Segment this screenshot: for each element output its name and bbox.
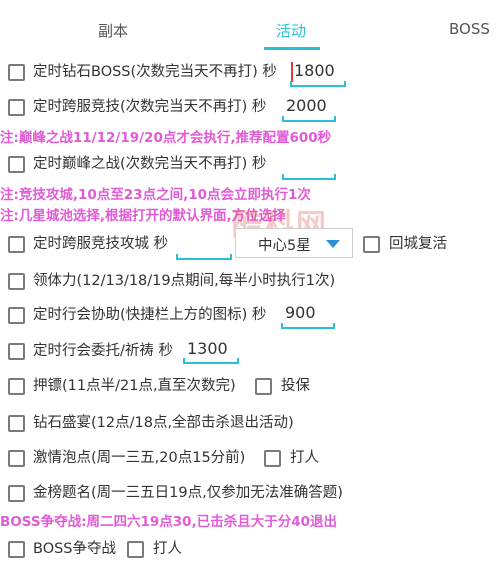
guild-help-seconds-input[interactable]: 900 [285, 302, 316, 324]
gold-list-checkbox[interactable] [8, 485, 25, 502]
city-star-selected: 中心5星 [258, 238, 311, 254]
boss-contest-note: BOSS争夺战:周二四六19点30,已击杀且大于分40退出 [0, 514, 337, 530]
peak-battle-input-underline [282, 174, 336, 180]
gold-list-label: 金榜题名(周一三五日19点,仅参加无法准确答题) [33, 485, 343, 501]
cross-server-arena-checkbox[interactable] [8, 99, 25, 116]
tab-boss[interactable]: BOSS [449, 20, 490, 38]
peak-battle-note: 注:巅峰之战11/12/19/20点才会执行,推荐配置600秒 [0, 130, 332, 146]
return-revive-label: 回城复活 [389, 236, 447, 252]
stamina-label: 领体力(12/13/18/19点期间,每半小时执行1次) [33, 273, 336, 289]
cross-server-arena-input-underline [282, 116, 336, 122]
tab-dungeon[interactable]: 副本 [98, 20, 128, 41]
hot-spring-fight-checkbox[interactable] [264, 450, 281, 467]
boss-diamond-seconds-input[interactable]: 1800 [294, 60, 335, 82]
guild-help-input-underline [281, 323, 335, 329]
tab-activity[interactable]: 活动 [276, 20, 306, 41]
boss-diamond-input-underline [290, 81, 346, 87]
active-tab-indicator [264, 47, 320, 50]
city-star-dropdown[interactable]: 中心5星 [235, 228, 353, 258]
boss-contest-checkbox[interactable] [8, 541, 25, 558]
hot-spring-checkbox[interactable] [8, 450, 25, 467]
tab-bar: 副本 活动 BOSS [0, 0, 500, 58]
guild-help-checkbox[interactable] [8, 307, 25, 324]
cross-server-arena-seconds-input[interactable]: 2000 [286, 95, 327, 117]
boss-diamond-checkbox[interactable] [8, 64, 25, 81]
escort-insure-checkbox[interactable] [255, 378, 272, 395]
peak-battle-label: 定时巅峰之战(次数完当天不再打) 秒 [33, 156, 267, 172]
escort-checkbox[interactable] [8, 378, 25, 395]
boss-contest-fight-checkbox[interactable] [127, 541, 144, 558]
boss-contest-label: BOSS争夺战 [33, 541, 117, 557]
diamond-feast-label: 钻石盛宴(12点/18点,全部击杀退出活动) [33, 415, 294, 431]
peak-battle-checkbox[interactable] [8, 156, 25, 173]
guild-help-label: 定时行会协助(快捷栏上方的图标) 秒 [33, 307, 267, 323]
return-revive-checkbox[interactable] [363, 236, 380, 253]
escort-label: 押镖(11点半/21点,直至次数完) [33, 378, 236, 394]
hot-spring-fight-label: 打人 [290, 450, 319, 466]
boss-contest-fight-label: 打人 [153, 541, 182, 557]
guild-commission-seconds-input[interactable]: 1300 [187, 338, 228, 360]
escort-insure-label: 投保 [281, 378, 310, 394]
guild-commission-label: 定时行会委托/祈祷 秒 [33, 343, 173, 359]
cross-server-siege-checkbox[interactable] [8, 236, 25, 253]
boss-diamond-label: 定时钻石BOSS(次数完当天不再打) 秒 [33, 64, 277, 80]
guild-commission-input-underline [183, 358, 239, 364]
diamond-feast-checkbox[interactable] [8, 415, 25, 432]
cross-server-arena-label: 定时跨服竞技(次数完当天不再打) 秒 [33, 99, 267, 115]
cross-server-siege-input-underline [176, 254, 232, 260]
text-cursor [291, 62, 293, 82]
cross-server-siege-label: 定时跨服竞技攻城 秒 [33, 236, 169, 252]
dropdown-arrow-icon [326, 240, 340, 248]
hot-spring-label: 激情泡点(周一三五,20点15分前) [33, 450, 246, 466]
stamina-checkbox[interactable] [8, 273, 25, 290]
guild-commission-checkbox[interactable] [8, 343, 25, 360]
